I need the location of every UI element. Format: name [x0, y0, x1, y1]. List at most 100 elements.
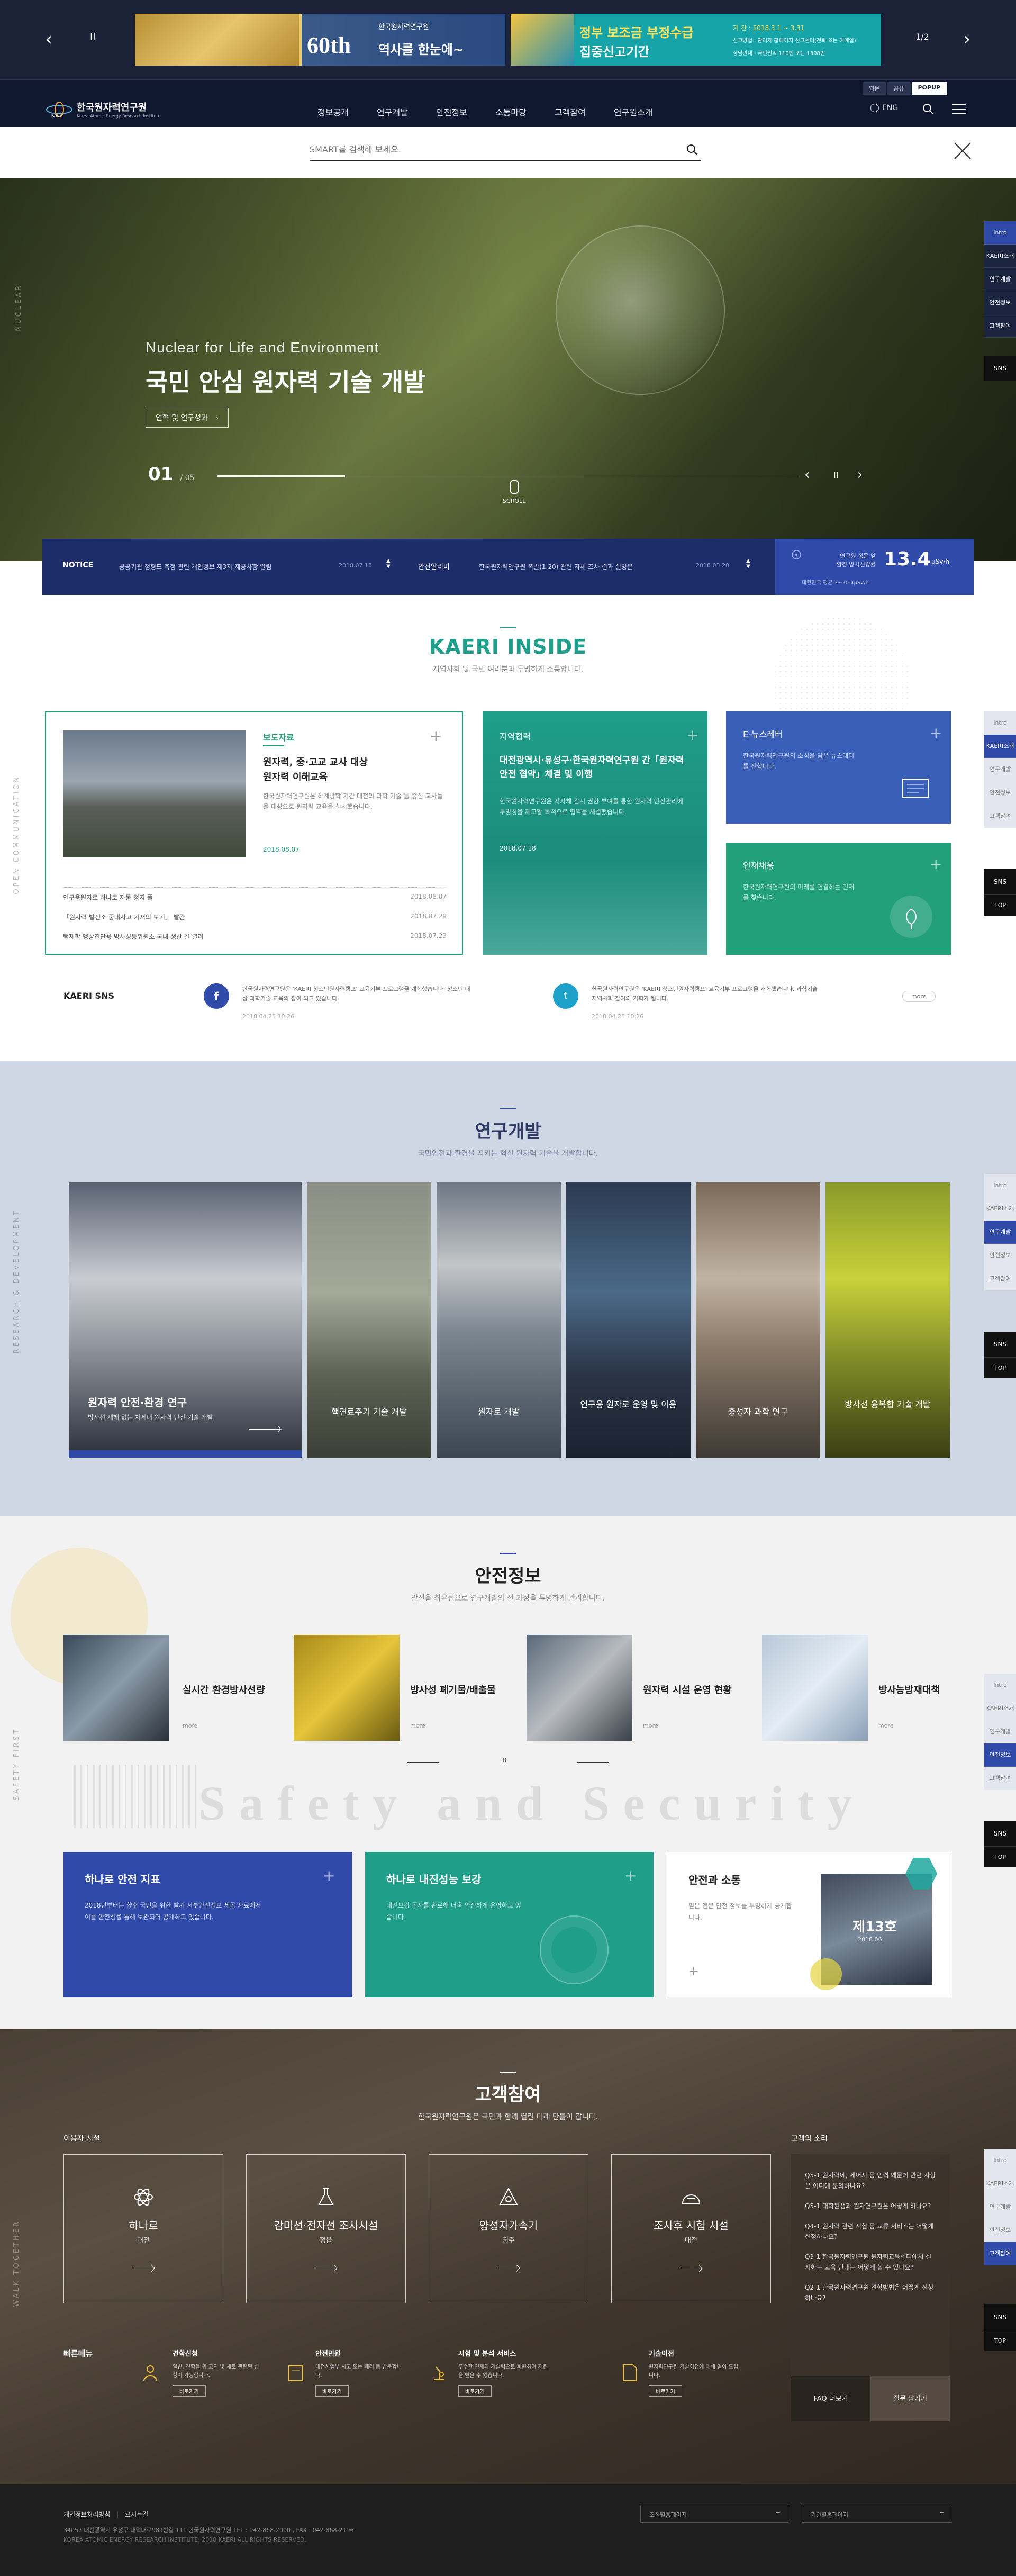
org-homepage-select[interactable]: 조직별홈페이지 +	[640, 2506, 788, 2523]
research-card-reactor[interactable]: 원자로 개발	[437, 1182, 561, 1458]
sidebar-item-safety[interactable]: 안전정보	[984, 781, 1016, 805]
notice-item-2[interactable]: 한국원자력연구원 폭발(1.20) 관련 자체 조사 결과 설명문	[479, 562, 633, 571]
hanaro-safety-index-card[interactable]: 하나로 안전 지표 + 2018년부터는 향후 국민을 위한 발기 서부안전정보…	[64, 1852, 352, 1997]
safety-communication-card[interactable]: 안전과 소통 믿은 전문 안전 정보를 투명하게 공개합니다. + 제13호 2…	[667, 1852, 952, 1997]
utility-english-link[interactable]: 영문	[863, 82, 886, 95]
top-button[interactable]: TOP	[984, 1846, 1016, 1867]
safety-item-title-4[interactable]: 방사능방재대책	[878, 1683, 940, 1696]
research-card-fuel-cycle[interactable]: 핵연료주기 기술 개발	[307, 1182, 431, 1458]
safety-item-more-1[interactable]: more	[183, 1722, 198, 1729]
sidebar-item-research[interactable]: 연구개발	[984, 1221, 1016, 1244]
sidebar-item-about[interactable]: KAERI소개	[984, 735, 1016, 758]
regional-cooperation-card[interactable]: 지역협력 + 대전광역시·유성구·한국원자력연구원 간「원자력 안전 협약」체결…	[483, 711, 707, 955]
privacy-policy-link[interactable]: 개인정보처리방침	[64, 2511, 110, 2518]
sidebar-item-customer[interactable]: 고객참여	[984, 805, 1016, 828]
sidebar-item-intro[interactable]: Intro	[984, 2149, 1016, 2172]
safety-item-more-3[interactable]: more	[643, 1722, 658, 1729]
sidebar-item-about[interactable]: KAERI소개	[984, 245, 1016, 268]
site-logo[interactable]: KAERI 한국원자력연구원 Korea Atomic Energy Resea…	[45, 100, 161, 119]
list-item[interactable]: 연구용원자로 하나로 자동 정지 풀 2018.08.07	[63, 887, 447, 907]
search-input[interactable]	[310, 140, 669, 159]
plus-icon[interactable]: +	[686, 726, 698, 744]
plus-icon[interactable]: +	[688, 1964, 699, 1978]
popup-prev-button[interactable]: ‹	[37, 28, 60, 51]
safety-item-more-2[interactable]: more	[410, 1722, 425, 1729]
service-go-button[interactable]: 바로가기	[173, 2385, 206, 2397]
hero-prev-button[interactable]: ‹	[804, 467, 810, 483]
sns-button[interactable]: SNS	[984, 1332, 1016, 1357]
press-release-card[interactable]: 보도자료 + 원자력, 중·고교 교사 대상 원자력 이해교육 한국원자력연구원…	[45, 711, 463, 955]
top-button[interactable]: TOP	[984, 2330, 1016, 2351]
plus-icon[interactable]: +	[430, 727, 442, 745]
safety-prev-arrow[interactable]	[407, 1762, 439, 1763]
notice-arrows-1[interactable]: ▲ ▼	[386, 558, 391, 570]
plus-icon[interactable]: +	[930, 855, 942, 873]
popup-60th[interactable]: 한국원자력연구원 60th 역사를 한눈에~	[135, 14, 505, 66]
sns-button[interactable]: SNS	[984, 2304, 1016, 2330]
sidebar-item-safety[interactable]: 안전정보	[984, 291, 1016, 314]
sns-more-button[interactable]: more	[902, 991, 936, 1002]
faq-item[interactable]: Q5-1 대학원생과 원자연구원은 어떻게 하나요?	[805, 2201, 936, 2211]
menu-icon[interactable]	[952, 104, 966, 116]
safety-item-more-4[interactable]: more	[878, 1722, 894, 1729]
institution-homepage-select[interactable]: 기관별홈페이지 +	[802, 2506, 952, 2523]
ask-question-button[interactable]: 질문 남기기	[870, 2376, 950, 2421]
safety-next-arrow[interactable]	[577, 1762, 609, 1763]
twitter-icon[interactable]: t	[553, 983, 578, 1009]
language-switch[interactable]: ENG	[870, 104, 898, 112]
service-safety-complaint[interactable]: 안전민원 대전사업부 사고 또는 폐리 등 방문합니다. 바로가기	[286, 2348, 405, 2397]
utility-popup-toggle[interactable]: POPUP	[911, 82, 947, 95]
service-go-button[interactable]: 바로가기	[649, 2385, 682, 2397]
search-icon[interactable]	[922, 103, 934, 117]
safety-item-title-1[interactable]: 실시간 환경방사선량	[183, 1683, 265, 1696]
gnb-info-disclosure[interactable]: 정보공개	[318, 107, 349, 117]
faq-item[interactable]: Q4-1 원자력 관련 시험 등 교류 서비스는 어떻게 신청하나요?	[805, 2221, 936, 2242]
sidebar-item-customer[interactable]: 고객참여	[984, 2242, 1016, 2265]
list-item[interactable]: 택제학 앵상진단용 방사성동위원소 국내 생산 길 열려 2018.07.23	[63, 927, 447, 946]
sns-button[interactable]: SNS	[984, 1821, 1016, 1846]
close-search-icon[interactable]	[954, 142, 972, 162]
directions-link[interactable]: 오시는길	[125, 2511, 148, 2518]
research-card-radiation-fusion[interactable]: 방사선 융복합 기술 개발	[826, 1182, 950, 1458]
sidebar-item-safety[interactable]: 안전정보	[984, 1743, 1016, 1767]
sidebar-item-customer[interactable]: 고객참여	[984, 1267, 1016, 1290]
notice-arrows-2[interactable]: ▲ ▼	[746, 558, 750, 570]
service-analysis[interactable]: 시험 및 분석 서비스 우수한 인재와 기술력으로 회원하여 지원을 받을 수 …	[429, 2348, 548, 2397]
service-tour[interactable]: 견학신청 일반, 견학을 위 고지 빛 새로 관련된 신청이 가능합니다. 바로…	[143, 2348, 262, 2397]
plus-icon[interactable]: +	[323, 1867, 335, 1884]
sidebar-item-intro[interactable]: Intro	[984, 711, 1016, 735]
safety-item-title-3[interactable]: 원자력 시설 운영 현황	[643, 1683, 732, 1696]
safety-pause-button[interactable]: II	[503, 1757, 506, 1764]
sns-post-1-text[interactable]: 한국원자력연구원은 'KAERI 청소년원자력캠프' 교육기부 프로그램을 개최…	[242, 984, 475, 1004]
sidebar-item-about[interactable]: KAERI소개	[984, 1197, 1016, 1221]
e-newsletter-card[interactable]: E-뉴스레터 + 한국원자력연구원의 소식을 담은 뉴스레터를 전합니다.	[726, 711, 951, 824]
faq-item[interactable]: Q5-1 원자력에, 세어지 등 인력 왜문에 관련 사항은 어디에 문의하나요…	[805, 2170, 936, 2191]
sidebar-item-intro[interactable]: Intro	[984, 1174, 1016, 1197]
top-button[interactable]: TOP	[984, 1357, 1016, 1378]
popup-pause-button[interactable]: II	[90, 32, 96, 43]
gnb-communication[interactable]: 소통마당	[495, 107, 527, 117]
faq-more-button[interactable]: FAQ 더보기	[791, 2376, 870, 2421]
sns-post-2-text[interactable]: 한국원자력연구원은 'KAERI 청소년원자력캠프' 교육기부 프로그램을 개최…	[592, 984, 824, 1004]
service-tech-transfer[interactable]: 기술이전 원자력연구원 기술이전에 대해 알아 드립니다. 바로가기	[619, 2348, 739, 2397]
sidebar-item-about[interactable]: KAERI소개	[984, 2172, 1016, 2195]
sidebar-item-research[interactable]: 연구개발	[984, 758, 1016, 781]
sns-button[interactable]: SNS	[984, 869, 1016, 894]
service-go-button[interactable]: 바로가기	[315, 2385, 349, 2397]
faq-item[interactable]: Q3-1 한국원자력연구원 원자력교육센터에서 실시하는 교육 안내는 어떻게 …	[805, 2252, 936, 2273]
hero-next-button[interactable]: ›	[857, 467, 863, 483]
sidebar-item-research[interactable]: 연구개발	[984, 1720, 1016, 1743]
hero-pause-button[interactable]: II	[833, 470, 838, 480]
safety-item-title-2[interactable]: 방사성 폐기물/배출물	[410, 1683, 496, 1696]
recruitment-card[interactable]: 인재채용 + 한국원자력연구원의 미래를 연결하는 인재를 찾습니다.	[726, 843, 951, 955]
facebook-icon[interactable]: f	[204, 983, 229, 1009]
top-button[interactable]: TOP	[984, 894, 1016, 916]
facility-card-post-irradiation[interactable]: 조사후 시험 시설 대전	[611, 2154, 771, 2303]
plus-icon[interactable]: +	[930, 724, 942, 742]
hanaro-seismic-card[interactable]: 하나로 내진성능 보강 + 내진보강 공사를 완료해 더욱 안전하게 운영하고 …	[365, 1852, 654, 1997]
facility-card-hanaro[interactable]: 하나로 대전	[64, 2154, 223, 2303]
sidebar-item-about[interactable]: KAERI소개	[984, 1697, 1016, 1720]
research-card-neutron[interactable]: 중성자 과학 연구	[696, 1182, 820, 1458]
service-go-button[interactable]: 바로가기	[458, 2385, 492, 2397]
sns-button[interactable]: SNS	[984, 356, 1016, 381]
